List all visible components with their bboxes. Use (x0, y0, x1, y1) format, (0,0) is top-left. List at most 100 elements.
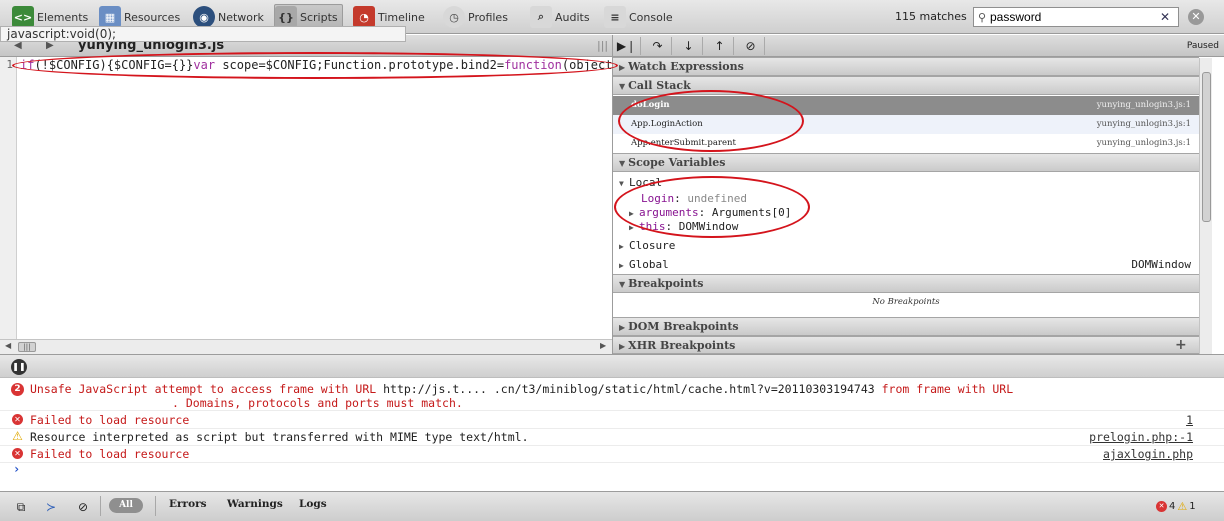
step-over-icon[interactable]: ↷ (644, 37, 672, 55)
scope-variables-header[interactable]: ▼ Scope Variables (613, 153, 1199, 172)
console-prompt[interactable]: › (13, 462, 20, 476)
console-message[interactable]: ⚠ Resource interpreted as script but tra… (0, 430, 1224, 446)
console-toggle-icon[interactable]: ≻ (40, 498, 62, 516)
expand-triangle-icon: ▶ (619, 322, 626, 332)
tab-label: Scripts (300, 10, 338, 24)
property-value: DOMWindow (1131, 258, 1191, 271)
dom-breakpoints-header[interactable]: ▶ DOM Breakpoints (613, 317, 1199, 336)
section-title: Breakpoints (628, 277, 704, 290)
error-icon: ✕ (12, 448, 23, 459)
call-frame-location: yunying_unlogin3.js:1 (1096, 138, 1191, 148)
call-frame-name: App.LoginAction (631, 119, 703, 129)
dock-icon[interactable]: ⧉ (10, 498, 32, 516)
collapse-triangle-icon: ▼ (619, 81, 626, 91)
no-breakpoints-label: No Breakpoints (872, 297, 940, 307)
debugger-controls: ▶❘ ↷ ↓ ↑ ⊘ Paused (613, 35, 1224, 57)
pause-on-exceptions-icon[interactable]: ❚❚ (11, 359, 27, 375)
filter-errors-button[interactable]: Errors (169, 498, 207, 510)
code-text: scope=$CONFIG;Function.prototype.bind2= (215, 58, 505, 72)
deactivate-breakpoints-icon[interactable]: ⊘ (737, 37, 765, 55)
message-counts[interactable]: ✕ 4 ⚠ 1 (1156, 500, 1196, 513)
expand-triangle-icon: ▶ (619, 242, 624, 251)
message-text: from frame with URL (874, 382, 1014, 396)
scroll-left-icon[interactable]: ◀ (5, 341, 11, 350)
message-text: . Domains, protocols and ports must matc… (172, 396, 463, 410)
tab-label: Profiles (468, 10, 508, 24)
horizontal-scrollbar[interactable]: ◀ ||| ▶ (0, 339, 612, 354)
network-icon: ◉ (193, 6, 215, 28)
error-icon: ✕ (1156, 501, 1167, 512)
call-frame-location: yunying_unlogin3.js:1 (1096, 100, 1191, 110)
pane-grip-icon[interactable]: ||| (597, 39, 608, 52)
link-tooltip: javascript:void(0); (0, 26, 406, 42)
call-frame[interactable]: doLogin yunying_unlogin3.js:1 (613, 96, 1199, 115)
breakpoints-header[interactable]: ▼ Breakpoints (613, 274, 1199, 293)
add-icon[interactable]: + (1175, 337, 1187, 353)
search-input[interactable] (990, 9, 1160, 25)
console-message[interactable]: 2 Unsafe JavaScript attempt to access fr… (0, 382, 1224, 411)
separator (100, 496, 101, 516)
xhr-breakpoints-header[interactable]: ▶ XHR Breakpoints (613, 336, 1199, 354)
scope-property[interactable]: ▶ this: DOMWindow (613, 219, 1199, 234)
message-source-link[interactable]: prelogin.php:-1 (1089, 430, 1193, 444)
filter-all-button[interactable]: All (109, 498, 143, 513)
source-view[interactable]: 1 if(!$CONFIG){$CONFIG={}}var scope=$CON… (0, 57, 627, 339)
scope-closure[interactable]: ▶ Closure (613, 238, 1199, 253)
call-frame[interactable]: App.enterSubmit.parent yunying_unlogin3.… (613, 134, 1199, 153)
scope-property[interactable]: ▶ arguments: Arguments[0] (613, 205, 1199, 220)
error-count: 4 (1169, 501, 1176, 512)
message-source-link[interactable]: 1 (1186, 413, 1193, 427)
clear-search-icon[interactable]: ✕ (1160, 10, 1170, 24)
clear-console-icon[interactable]: ⊘ (72, 498, 94, 516)
resume-icon[interactable]: ▶❘ (613, 37, 641, 55)
scope-title: Global (629, 258, 669, 271)
filter-warnings-button[interactable]: Warnings (227, 498, 283, 510)
console-message[interactable]: ✕ Failed to load resource 1 (0, 413, 1224, 429)
filter-logs-button[interactable]: Logs (299, 498, 327, 510)
warning-count: 1 (1189, 501, 1196, 512)
step-out-icon[interactable]: ↑ (706, 37, 734, 55)
expand-triangle-icon: ▶ (619, 261, 624, 270)
console-drawer-bar: ❚❚ (0, 354, 1224, 378)
scope-property[interactable]: Login: undefined (613, 191, 1199, 206)
scrollbar-thumb[interactable] (1202, 72, 1211, 222)
tab-profiles[interactable]: ◷ Profiles (443, 4, 508, 30)
scripts-icon: {} (275, 6, 297, 28)
tab-label: Console (629, 10, 673, 24)
console-message[interactable]: ✕ Failed to load resource ajaxlogin.php (0, 447, 1224, 463)
timeline-icon: ◔ (353, 6, 375, 28)
message-url[interactable]: http://js.t.... .cn/t3/miniblog/static/h… (383, 382, 875, 396)
line-number[interactable]: 1 (0, 57, 17, 339)
elements-icon: <> (12, 6, 34, 28)
call-stack-header[interactable]: ▼ Call Stack (613, 76, 1199, 95)
search-box[interactable]: ⚲ ✕ (973, 7, 1179, 27)
console-messages[interactable]: 2 Unsafe JavaScript attempt to access fr… (0, 378, 1224, 491)
error-icon: ✕ (12, 414, 23, 425)
debugger-sidebar: ▶❘ ↷ ↓ ↑ ⊘ Paused ▶ Watch Expressions ▼ Ca… (612, 35, 1224, 354)
scrollbar-thumb[interactable]: ||| (18, 342, 36, 352)
call-frame[interactable]: App.LoginAction yunying_unlogin3.js:1 (613, 115, 1199, 134)
paused-status: Paused (1186, 41, 1219, 51)
separator (155, 496, 156, 516)
tab-audits[interactable]: ⌕ Audits (530, 4, 590, 30)
section-title: Watch Expressions (628, 60, 744, 73)
scroll-right-icon[interactable]: ▶ (600, 341, 606, 350)
code-line[interactable]: if(!$CONFIG){$CONFIG={}}var scope=$CONFI… (20, 58, 627, 72)
tab-console[interactable]: ≡ Console (604, 4, 673, 30)
vertical-scrollbar[interactable] (1199, 58, 1212, 354)
message-source-link[interactable]: ajaxlogin.php (1103, 447, 1193, 461)
collapse-triangle-icon: ▼ (619, 158, 626, 168)
watch-expressions-header[interactable]: ▶ Watch Expressions (613, 57, 1199, 76)
section-title: DOM Breakpoints (628, 320, 739, 333)
step-into-icon[interactable]: ↓ (675, 37, 703, 55)
section-title: Call Stack (628, 79, 691, 92)
collapse-triangle-icon: ▼ (619, 179, 624, 188)
close-devtools-button[interactable]: ✕ (1188, 9, 1204, 25)
profiles-icon: ◷ (443, 6, 465, 28)
warning-icon: ⚠ (12, 429, 23, 443)
tab-label: Network (218, 10, 264, 24)
scope-local[interactable]: ▼ Local (613, 175, 1199, 190)
message-text: Unsafe JavaScript attempt to access fram… (30, 382, 384, 396)
expand-triangle-icon: ▶ (619, 341, 626, 351)
scope-global[interactable]: ▶ Global DOMWindow (613, 257, 1199, 272)
